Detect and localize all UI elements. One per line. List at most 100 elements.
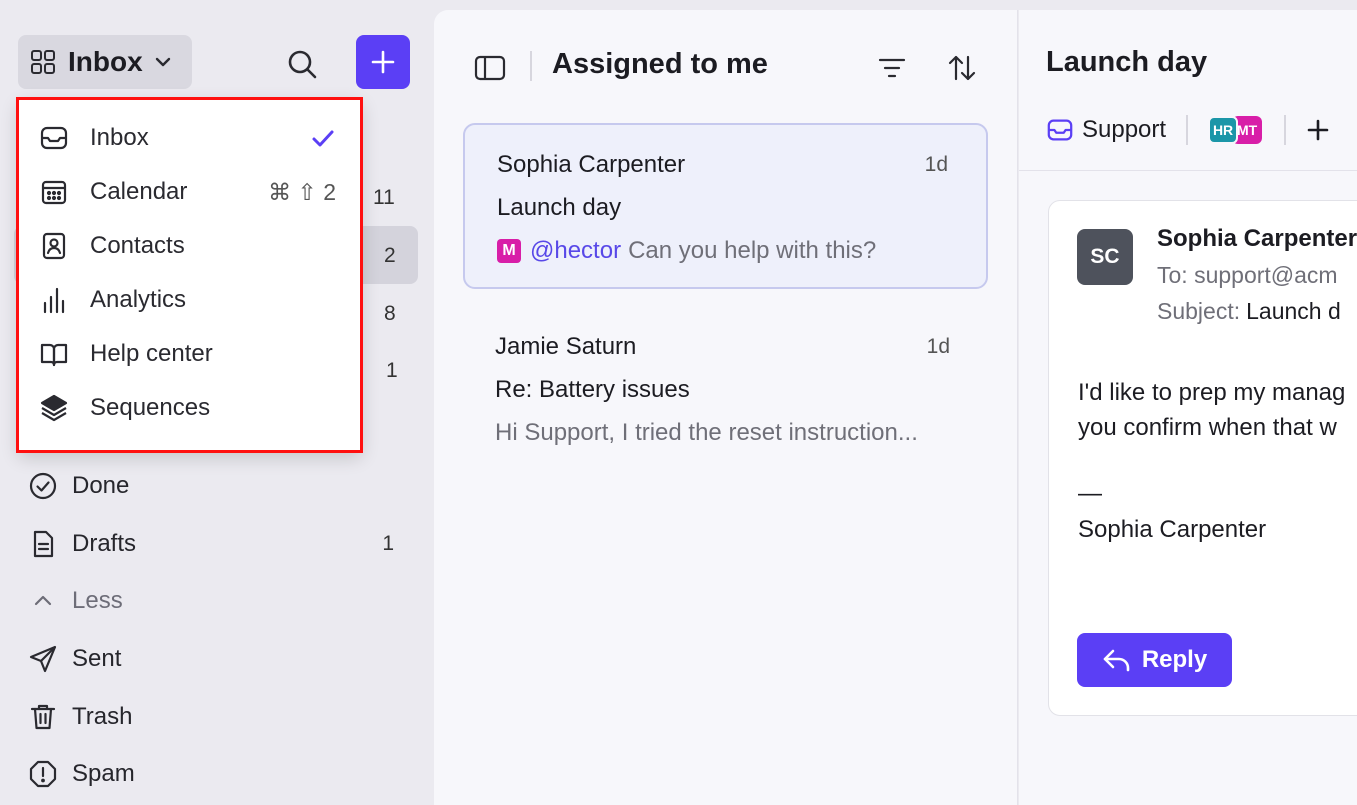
draft-document-icon <box>26 527 60 561</box>
message-subject: Subject: Launch d <box>1157 298 1341 325</box>
menu-item-label: Contacts <box>90 232 185 259</box>
message-body: I'd like to prep my manag you confirm wh… <box>1078 375 1345 445</box>
inbox-selector[interactable]: Support <box>1046 116 1166 144</box>
inbox-label: Support <box>1082 116 1167 143</box>
contact-card-icon <box>38 230 70 262</box>
folder-count: 8 <box>384 302 396 325</box>
sidebar-item-sent[interactable]: Sent <box>26 636 416 682</box>
toolbar-divider <box>1186 115 1189 145</box>
calendar-icon <box>38 176 70 208</box>
menu-item-label: Help center <box>90 340 213 367</box>
assignee-avatars[interactable]: HR MT <box>1208 116 1264 144</box>
message-recipient: To: support@acm <box>1157 262 1338 288</box>
sidebar-item-count: 1 <box>382 532 394 555</box>
conversation-list-pane: Assigned to me Sophia Carpenter 1d Launc… <box>434 10 1018 805</box>
sidebar-panel-icon <box>474 54 506 82</box>
menu-item-contacts[interactable]: Contacts <box>18 219 362 273</box>
menu-item-label: Inbox <box>90 124 149 151</box>
conversation-subject: Re: Battery issues <box>495 376 690 403</box>
workspace-switcher[interactable]: Inbox <box>18 35 192 89</box>
sidebar-item-label: Sent <box>72 645 122 672</box>
view-title: Assigned to me <box>552 48 768 80</box>
reply-button[interactable]: Reply <box>1077 633 1232 687</box>
sidebar-item-label: Drafts <box>72 530 137 557</box>
chevron-up-icon <box>26 584 60 618</box>
folder-count: 2 <box>384 244 396 267</box>
conversation-from: Jamie Saturn <box>495 333 637 360</box>
conversation-title: Launch day <box>1046 46 1208 78</box>
divider <box>1019 170 1357 171</box>
folder-count: 11 <box>373 186 395 209</box>
conversation-preview: Hi Support, I tried the reset instructio… <box>495 419 918 446</box>
sidebar-item-trash[interactable]: Trash <box>26 694 416 740</box>
conversation-detail-pane: Launch day Support HR MT SC Sophia Carpe… <box>1019 10 1357 805</box>
sidebar-item-done[interactable]: Done <box>26 463 416 509</box>
menu-item-inbox[interactable]: Inbox <box>18 111 362 165</box>
reply-label: Reply <box>1141 646 1208 673</box>
send-icon <box>26 642 60 676</box>
sidebar-item-spam[interactable]: Spam <box>26 751 416 797</box>
grid-icon <box>30 49 56 75</box>
sidebar-item-label: Less <box>72 587 123 614</box>
conversation-from: Sophia Carpenter <box>497 151 686 178</box>
menu-item-label: Sequences <box>90 394 211 421</box>
toggle-sidebar-button[interactable] <box>472 50 508 86</box>
bar-chart-icon <box>38 284 70 316</box>
avatar: SC <box>1077 229 1133 285</box>
plus-icon <box>370 49 396 75</box>
filter-icon <box>877 56 907 80</box>
layers-icon <box>38 392 70 424</box>
reply-arrow-icon <box>1102 647 1132 673</box>
body-line: you confirm when that w <box>1078 414 1337 441</box>
sort-arrows-icon <box>947 54 977 82</box>
sidebar-item-label: Trash <box>72 703 133 730</box>
sidebar-item-label: Spam <box>72 760 135 787</box>
chevron-down-icon <box>153 52 173 72</box>
sidebar-toggle-less[interactable]: Less <box>26 578 416 624</box>
check-circle-icon <box>26 469 60 503</box>
toolbar-divider <box>530 51 532 81</box>
conversation-toolbar: Support HR MT <box>1046 110 1330 150</box>
user-badge: M <box>497 239 521 263</box>
app-switcher-menu: Inbox Calendar ⌘ ⇧ 2 Contacts Analytics … <box>18 98 362 452</box>
menu-item-help-center[interactable]: Help center <box>18 327 362 381</box>
keyboard-shortcut: ⌘ ⇧ 2 <box>268 178 336 205</box>
inbox-tray-icon <box>38 122 70 154</box>
message-card: SC Sophia Carpenter To: support@acm Subj… <box>1048 200 1357 716</box>
signature: Sophia Carpenter <box>1078 516 1267 543</box>
open-book-icon <box>38 338 70 370</box>
plus-icon <box>1306 118 1330 142</box>
conversation-time: 1d <box>926 335 950 358</box>
menu-item-calendar[interactable]: Calendar ⌘ ⇧ 2 <box>18 165 362 219</box>
conversation-time: 1d <box>924 153 948 176</box>
avatar: HR <box>1208 116 1239 144</box>
search-button[interactable] <box>282 44 322 84</box>
sort-button[interactable] <box>944 50 980 86</box>
sidebar-item-label: Done <box>72 472 130 499</box>
folder-count: 1 <box>386 359 398 382</box>
conversation-item[interactable]: Sophia Carpenter 1d Launch day M @hector… <box>463 123 988 289</box>
inbox-tray-icon <box>1046 116 1074 144</box>
signature-separator: — <box>1078 480 1102 507</box>
conversation-preview: M @hector Can you help with this? <box>497 237 876 265</box>
filter-button[interactable] <box>874 50 910 86</box>
compose-button[interactable] <box>356 35 410 89</box>
menu-item-sequences[interactable]: Sequences <box>18 381 362 435</box>
search-icon <box>286 48 318 80</box>
sidebar-item-drafts[interactable]: Drafts 1 <box>26 521 416 567</box>
workspace-label: Inbox <box>68 46 143 77</box>
message-sender: Sophia Carpenter <box>1157 225 1357 252</box>
menu-item-label: Calendar <box>90 178 188 205</box>
menu-item-analytics[interactable]: Analytics <box>18 273 362 327</box>
trash-icon <box>26 700 60 734</box>
checkmark-icon <box>310 125 336 151</box>
spam-icon <box>26 757 60 791</box>
menu-item-label: Analytics <box>90 286 187 313</box>
preview-text: Can you help with this? <box>628 237 877 264</box>
subject-value: Launch d <box>1246 298 1341 324</box>
add-assignee-button[interactable] <box>1306 118 1330 142</box>
mention-link[interactable]: @hector <box>530 237 621 265</box>
conversation-item[interactable]: Jamie Saturn 1d Re: Battery issues Hi Su… <box>463 307 988 473</box>
toolbar-divider <box>1284 115 1287 145</box>
body-line: I'd like to prep my manag <box>1078 379 1346 406</box>
